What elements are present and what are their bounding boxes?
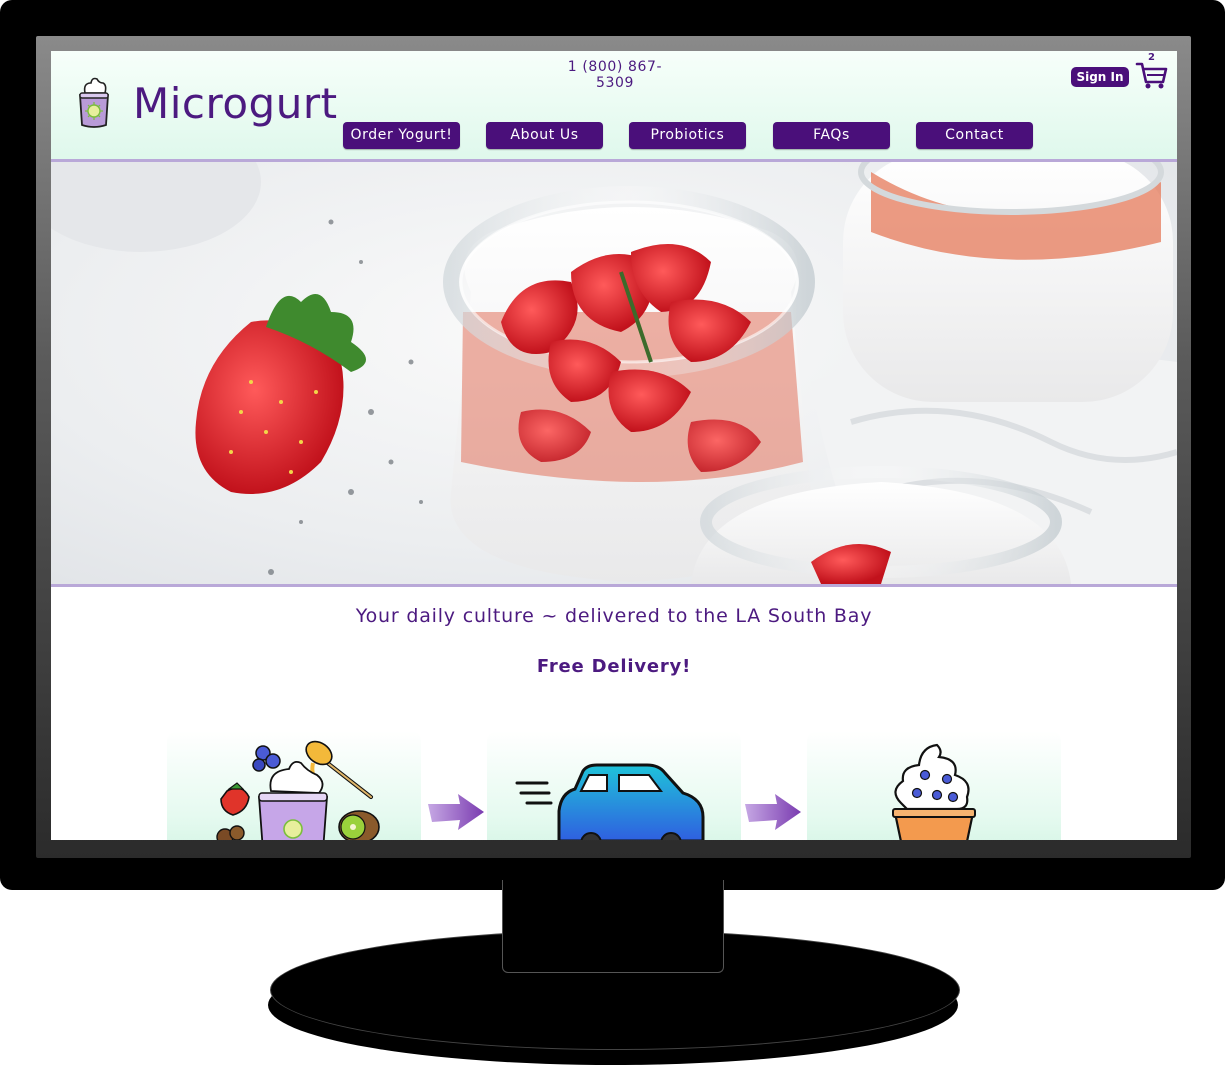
nav-about-us[interactable]: About Us (486, 122, 603, 149)
arrow-right-icon (428, 794, 484, 830)
phone-number[interactable]: 1 (800) 867-5309 (551, 59, 679, 91)
monitor-neck (502, 880, 724, 973)
screen: Microgurt 1 (800) 867-5309 Sign In 2 Ord… (51, 51, 1177, 840)
nav-probiotics[interactable]: Probiotics (629, 122, 746, 149)
nav-contact[interactable]: Contact (916, 122, 1033, 149)
yogurt-cup-logo-icon (79, 77, 109, 128)
arrow-right-icon (745, 794, 801, 830)
monitor: Microgurt 1 (800) 867-5309 Sign In 2 Ord… (0, 0, 1225, 1068)
tagline: Your daily culture ~ delivered to the LA… (355, 605, 873, 627)
delivery-car-icon (515, 763, 705, 840)
nav-faqs[interactable]: FAQs (773, 122, 890, 149)
step-card-enjoy (807, 731, 1061, 840)
step-card-delivery (487, 731, 741, 840)
free-delivery-text: Free Delivery! (536, 656, 692, 677)
step-card-toppings (167, 731, 421, 840)
site-header: Microgurt 1 (800) 867-5309 Sign In 2 Ord… (51, 51, 1177, 162)
logo[interactable]: Microgurt (77, 77, 338, 129)
nav-order-yogurt[interactable]: Order Yogurt! (343, 122, 460, 149)
cart-count-badge: 2 (1148, 52, 1155, 63)
frozen-yogurt-cup-icon (892, 743, 976, 840)
hero-image (51, 162, 1177, 587)
strawberry-yogurt-jars-illustration (51, 162, 1177, 584)
yogurt-toppings-icon (216, 740, 380, 840)
sign-in-button[interactable]: Sign In (1071, 67, 1129, 87)
brand-name: Microgurt (133, 78, 338, 128)
